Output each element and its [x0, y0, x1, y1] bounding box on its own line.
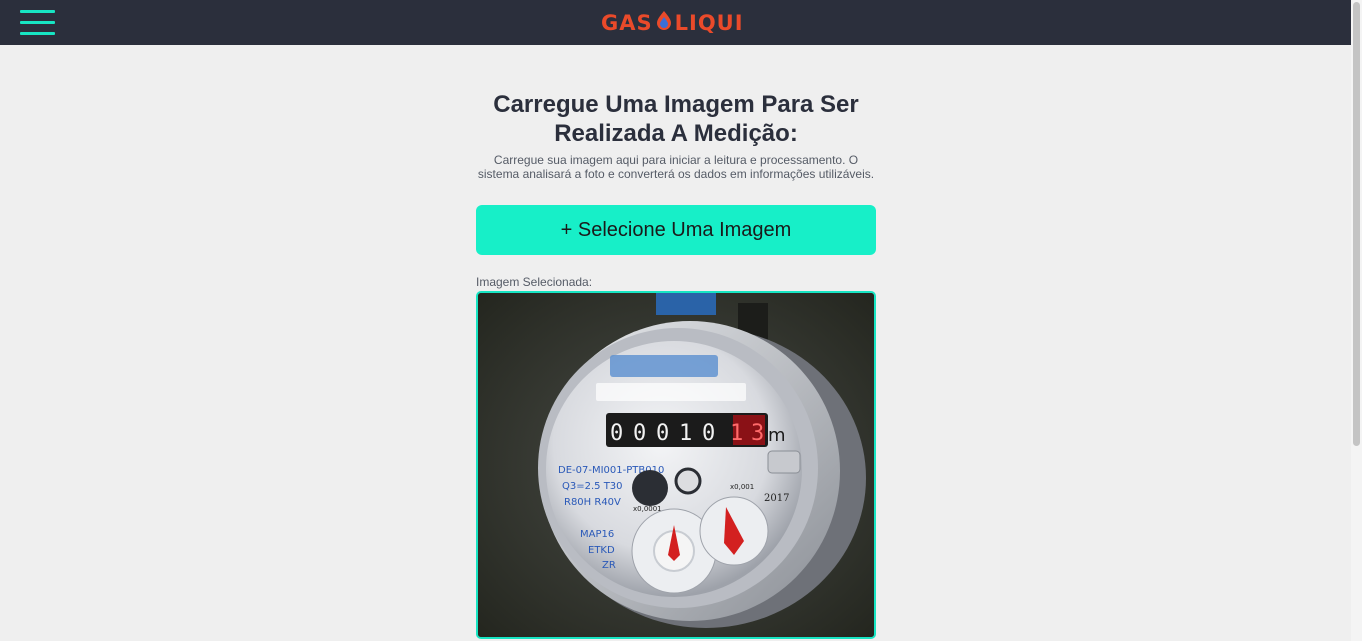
select-image-button[interactable]: + Selecione Uma Imagem — [476, 205, 876, 255]
svg-text:0: 0 — [656, 421, 669, 446]
svg-text:1: 1 — [679, 421, 692, 446]
page-title: Carregue Uma Imagem Para Ser Realizada A… — [493, 91, 859, 147]
logo-text-gas: GAS — [601, 10, 653, 35]
top-navbar: GAS LIQUI — [0, 0, 1351, 45]
svg-text:0: 0 — [610, 421, 623, 446]
svg-text:x0,0001: x0,0001 — [633, 505, 662, 513]
svg-text:0: 0 — [633, 421, 646, 446]
svg-text:x0,001: x0,001 — [730, 483, 754, 491]
selected-image-preview: 0 0 0 1 0 1 3 m DE-07-MI001-PTB010 Q3=2.… — [476, 291, 876, 639]
logo-text-liqui: LIQUI — [674, 10, 744, 35]
svg-text:ZR: ZR — [602, 560, 616, 571]
water-meter-photo: 0 0 0 1 0 1 3 m DE-07-MI001-PTB010 Q3=2.… — [478, 293, 874, 637]
svg-text:1: 1 — [730, 421, 743, 446]
page-description: Carregue sua imagem aqui para iniciar a … — [477, 153, 875, 181]
selected-image-label: Imagem Selecionada: — [476, 275, 593, 289]
scrollbar-thumb[interactable] — [1353, 2, 1360, 446]
svg-text:m: m — [768, 425, 786, 446]
svg-text:MAP16: MAP16 — [580, 529, 614, 540]
svg-text:0: 0 — [702, 421, 715, 446]
hamburger-menu-icon[interactable] — [20, 10, 55, 35]
app-logo[interactable]: GAS LIQUI — [601, 10, 744, 35]
page-scrollbar[interactable] — [1351, 0, 1362, 641]
upload-section: Carregue Uma Imagem Para Ser Realizada A… — [476, 90, 876, 639]
svg-text:3: 3 — [751, 421, 764, 446]
svg-text:2017: 2017 — [764, 493, 789, 504]
meter-digits: 0 0 0 1 0 1 3 — [610, 421, 764, 446]
svg-text:Q3=2.5 T30: Q3=2.5 T30 — [562, 481, 623, 492]
svg-text:ETKD: ETKD — [588, 545, 615, 556]
flame-drop-icon — [655, 10, 673, 35]
svg-text:R80H R40V: R80H R40V — [564, 497, 621, 508]
